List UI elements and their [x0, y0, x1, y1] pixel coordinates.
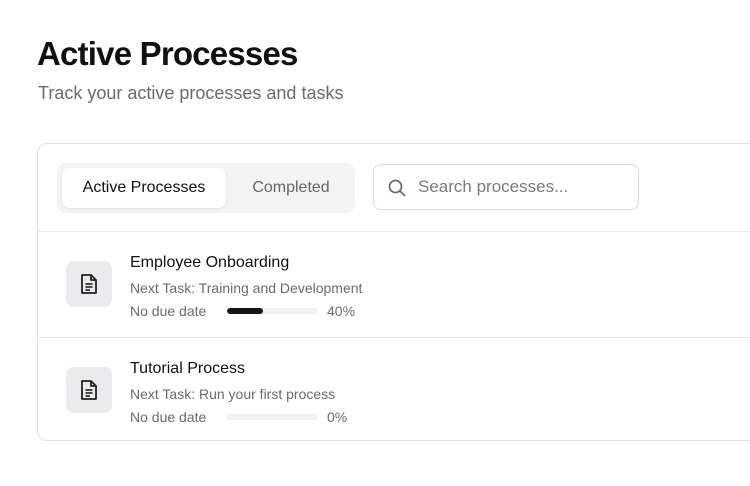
process-title: Tutorial Process [130, 360, 245, 377]
search-input[interactable] [418, 175, 628, 199]
document-icon-tile [66, 367, 112, 413]
tab-group: Active Processes Completed [57, 163, 355, 213]
process-row[interactable]: Tutorial Process Next Task: Run your fir… [38, 338, 750, 443]
processes-card: Active Processes Completed Search proces… [37, 143, 750, 441]
progress-bar [227, 414, 317, 420]
search-box[interactable] [373, 164, 639, 210]
progress-percent: 40% [327, 303, 356, 319]
document-icon [81, 274, 97, 294]
process-next-task: Next Task: Run your first process [130, 386, 336, 402]
process-title: Employee Onboarding [130, 254, 290, 271]
document-icon [81, 380, 97, 400]
process-due-date: No due date [130, 303, 207, 319]
progress-bar [227, 308, 317, 314]
progress-bar-fill [227, 308, 263, 314]
process-due-date: No due date [130, 409, 207, 425]
toolbar: Active Processes Completed [38, 144, 750, 232]
tab-completed[interactable]: Completed [232, 168, 350, 208]
process-next-task: Next Task: Training and Development [130, 280, 363, 296]
tab-active-processes[interactable]: Active Processes [62, 168, 226, 208]
page-subtitle: Track your active processes and tasks [38, 83, 344, 103]
progress-percent: 0% [327, 409, 348, 425]
process-row[interactable]: Employee Onboarding Next Task: Training … [38, 232, 750, 338]
search-icon [388, 179, 406, 197]
document-icon-tile [66, 261, 112, 307]
page-title: Active Processes [37, 35, 298, 72]
page: Active Processes Track your active proce… [0, 0, 750, 486]
